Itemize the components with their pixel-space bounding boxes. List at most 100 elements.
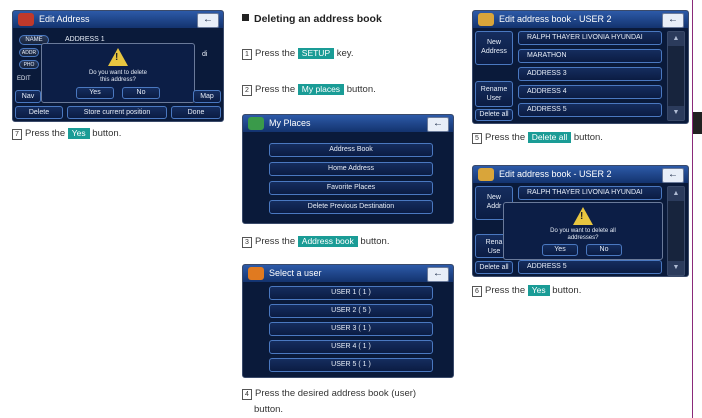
step-number: 2 (242, 85, 252, 96)
yes-key-label: Yes (67, 128, 90, 139)
scroll-up-icon[interactable]: ▲ (668, 32, 684, 46)
done-button[interactable]: Done (171, 106, 221, 119)
entry-button-top[interactable]: RALPH THAYER LIVONIA HYUNDAI (518, 186, 662, 200)
step-text-end: button. (552, 285, 582, 296)
dialog-line-2: addresses? (567, 235, 599, 241)
no-button[interactable]: No (122, 87, 160, 99)
delete-all-button[interactable]: Delete all (475, 261, 513, 274)
yes-button[interactable]: Yes (76, 87, 114, 99)
scrollbar[interactable]: ▲ ▼ (667, 186, 685, 276)
step-text: Press the (485, 132, 526, 143)
step-7: 7 Press the Yes button. (12, 128, 121, 140)
screen-title: Select a user (269, 268, 322, 278)
my-places-screen: My Places ← Address Book Home Address Fa… (242, 114, 454, 224)
step-text-end: button. (346, 84, 376, 95)
home-address-button[interactable]: Home Address (269, 162, 433, 176)
address-book-button[interactable]: Address Book (269, 143, 433, 157)
step-text: Press the (255, 48, 296, 59)
user-2-button[interactable]: USER 2 ( 5 ) (269, 304, 433, 318)
step-text: Press the desired address book (user) (255, 388, 417, 399)
delete-confirm-dialog: ! Do you want to delete this address? Ye… (41, 43, 195, 103)
user-label: User (486, 95, 502, 102)
yes-button[interactable]: Yes (542, 244, 578, 256)
dialog-line-1: Do you want to delete (88, 70, 148, 76)
address-field-label[interactable]: ADDR (19, 48, 39, 57)
screen-title: Edit address book - USER 2 (499, 14, 612, 24)
places-icon (248, 117, 264, 130)
back-button[interactable]: ← (427, 267, 449, 282)
delete-all-dialog: ! Do you want to delete all addresses? Y… (503, 202, 663, 260)
dialog-message: Do you want to delete this address? (42, 70, 194, 84)
user-3-button[interactable]: USER 3 ( 1 ) (269, 322, 433, 336)
scrollbar[interactable]: ▲ ▼ (667, 31, 685, 121)
setup-key-label: SETUP (297, 48, 335, 59)
scroll-down-icon[interactable]: ▼ (668, 261, 684, 275)
entry-button-2[interactable]: MARATHON (518, 49, 662, 63)
entry-button-3[interactable]: ADDRESS 3 (518, 67, 662, 81)
entry-button-4[interactable]: ADDRESS 4 (518, 85, 662, 99)
scroll-up-icon[interactable]: ▲ (668, 187, 684, 201)
new-label: New (486, 39, 501, 46)
step-4: 4 Press the desired address book (user) b… (242, 386, 416, 418)
delete-previous-destination-button[interactable]: Delete Previous Destination (269, 200, 433, 214)
entry-button-5[interactable]: ADDRESS 5 (518, 103, 662, 117)
step-2: 2 Press the My places button. (242, 84, 376, 96)
title-bar: Edit Address ← (13, 11, 223, 28)
rename-label: Rename (480, 86, 508, 93)
favorite-places-button[interactable]: Favorite Places (269, 181, 433, 195)
edit-book-icon (478, 168, 494, 181)
heading-text: Deleting an address book (254, 13, 382, 25)
screen-title: Edit Address (39, 14, 90, 24)
new-label: New (486, 194, 501, 201)
step-number: 4 (242, 389, 252, 400)
section-heading: Deleting an address book (242, 13, 382, 25)
address-label: Addr (486, 203, 502, 210)
warning-icon: ! (108, 48, 128, 66)
scroll-down-icon[interactable]: ▼ (668, 106, 684, 120)
back-button[interactable]: ← (662, 13, 684, 28)
map-button[interactable]: Map (193, 90, 221, 103)
delete-all-confirm-screen: Edit address book - USER 2 ← New Addr Re… (472, 165, 689, 277)
new-address-button[interactable]: New Address (475, 31, 513, 65)
right-fragment: di (202, 51, 208, 58)
entry-button-bottom[interactable]: ADDRESS 5 (518, 260, 662, 274)
dialog-line-2: this address? (100, 77, 136, 83)
my-places-key-label: My places (297, 84, 345, 95)
rename-user-button[interactable]: Rename User (475, 81, 513, 107)
step-number: 3 (242, 237, 252, 248)
back-button[interactable]: ← (662, 168, 684, 183)
phone-field-label[interactable]: PHO (19, 60, 39, 69)
no-button[interactable]: No (586, 244, 622, 256)
delete-all-key-label: Delete all (527, 132, 572, 143)
user-4-button[interactable]: USER 4 ( 1 ) (269, 340, 433, 354)
back-button[interactable]: ← (427, 117, 449, 132)
edit-address-screen: Edit Address ← NAME ADDRESS 1 ADDR PHO E… (12, 10, 224, 122)
title-bar: My Places ← (243, 115, 453, 132)
step-text: Press the (25, 128, 66, 139)
step-6: 6 Press the Yes button. (472, 285, 581, 297)
edit-label: EDIT (17, 76, 31, 82)
page-edge-tab (693, 112, 702, 134)
nav-button[interactable]: Nav (15, 90, 41, 103)
address-book-icon (18, 13, 34, 26)
step-text-line2: button. (254, 404, 284, 415)
title-bar: Select a user ← (243, 265, 453, 282)
step-3: 3 Press the Address book button. (242, 236, 389, 248)
screen-title: Edit address book - USER 2 (499, 169, 612, 179)
address-label: Address (481, 48, 507, 55)
step-number: 1 (242, 49, 252, 60)
step-5: 5 Press the Delete all button. (472, 132, 603, 144)
delete-button[interactable]: Delete (15, 106, 63, 119)
yes-key-label: Yes (527, 285, 550, 296)
entry-button-1[interactable]: RALPH THAYER LIVONIA HYUNDAI (518, 31, 662, 45)
title-bar: Edit address book - USER 2 ← (473, 166, 688, 183)
title-bar: Edit address book - USER 2 ← (473, 11, 688, 28)
select-user-screen: Select a user ← USER 1 ( 1 ) USER 2 ( 5 … (242, 264, 454, 378)
user-5-button[interactable]: USER 5 ( 1 ) (269, 358, 433, 372)
user-1-button[interactable]: USER 1 ( 1 ) (269, 286, 433, 300)
back-button[interactable]: ← (197, 13, 219, 28)
store-current-position-button[interactable]: Store current position (67, 106, 167, 119)
delete-all-button[interactable]: Delete all (475, 109, 513, 121)
step-number: 7 (12, 129, 22, 140)
step-text-end: key. (336, 48, 354, 59)
